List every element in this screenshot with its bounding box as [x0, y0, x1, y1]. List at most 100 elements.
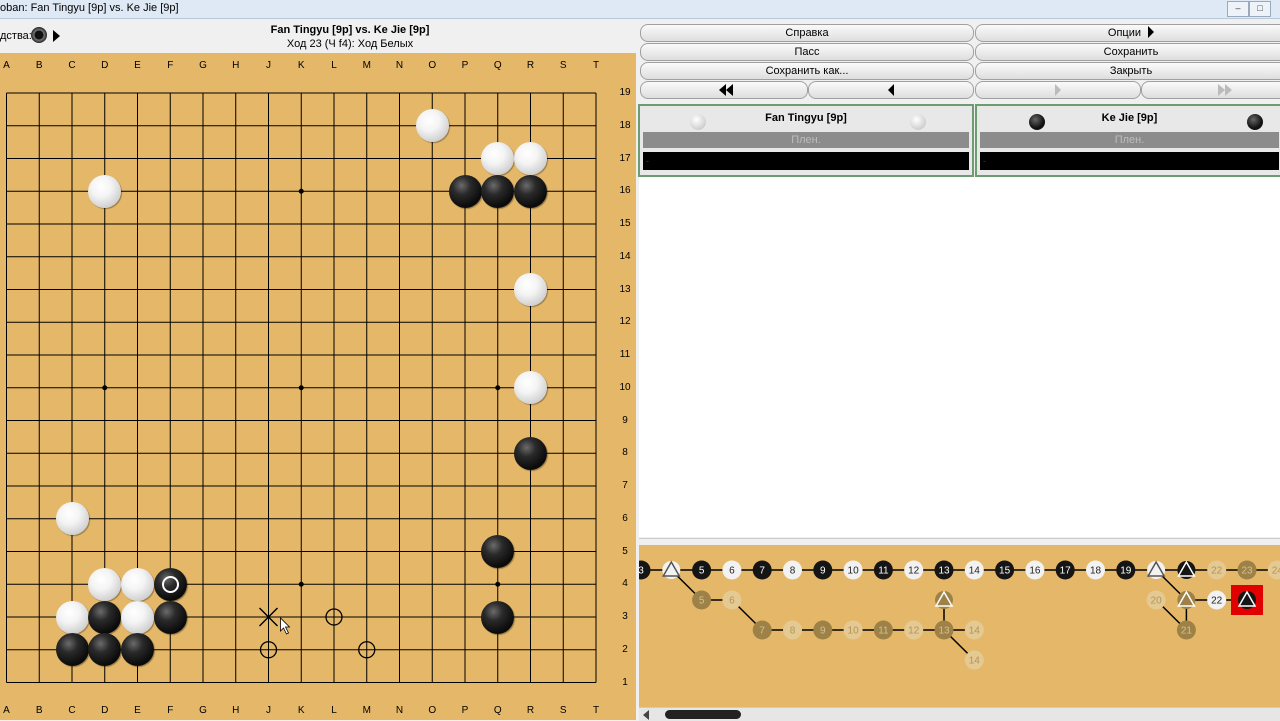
- white-stone: [514, 142, 547, 175]
- tree-node-label: 6: [729, 566, 735, 577]
- black-clock: -: [980, 152, 1279, 170]
- hoshi-point: [298, 385, 304, 391]
- save-button[interactable]: Сохранить: [975, 43, 1280, 61]
- black-stone: [153, 567, 187, 601]
- tree-node-label: 13: [938, 626, 950, 637]
- comment-area[interactable]: [639, 177, 1280, 537]
- prev-move-button[interactable]: [808, 81, 974, 99]
- options-arrow-icon: [1148, 26, 1155, 38]
- tree-node-label: 22: [1211, 596, 1223, 607]
- white-stone: [415, 109, 449, 143]
- black-stone: [481, 174, 515, 208]
- column-label: D: [101, 705, 109, 716]
- column-label: S: [559, 60, 567, 71]
- scroll-left-icon[interactable]: [643, 710, 649, 720]
- row-label: 11: [619, 349, 631, 360]
- black-stone: [481, 600, 515, 634]
- mouse-cursor-icon: [280, 617, 291, 635]
- close-button[interactable]: Закрыть: [975, 62, 1280, 80]
- tree-node-label: 8: [790, 626, 796, 637]
- white-stone: [514, 273, 547, 306]
- column-label: B: [35, 60, 43, 71]
- column-label: G: [199, 705, 207, 716]
- tree-node-label: 9: [820, 626, 826, 637]
- column-label: F: [167, 60, 174, 71]
- tree-node-label: 22: [1211, 566, 1223, 577]
- options-label: Опции: [1107, 27, 1142, 39]
- column-label: T: [592, 60, 600, 71]
- black-stone: [514, 174, 547, 208]
- help-button[interactable]: Справка: [640, 24, 974, 42]
- tree-node-label: 24: [1272, 566, 1280, 577]
- hoshi-point: [495, 581, 501, 587]
- options-button[interactable]: Опции: [975, 24, 1280, 42]
- forward-icon: [1055, 84, 1061, 96]
- tree-node-label: 13: [938, 566, 950, 577]
- tree-node-label: 21: [1181, 626, 1193, 637]
- row-label: 14: [619, 250, 631, 262]
- black-stone-icon: [1247, 114, 1263, 130]
- tree-node-label: 3: [639, 566, 644, 577]
- row-label: 5: [622, 545, 628, 557]
- row-label: 2: [622, 643, 628, 655]
- pass-button[interactable]: Пасс: [640, 43, 974, 61]
- tree-scrollbar[interactable]: [639, 707, 1280, 721]
- tree-node-label: 9: [820, 566, 826, 577]
- tree-node-label: 10: [848, 566, 860, 577]
- white-player-box: Fan Tingyu [9p] Плен. -: [638, 104, 974, 177]
- row-label: 17: [619, 152, 631, 164]
- tree-node-label: 7: [759, 626, 765, 637]
- scrollbar-thumb[interactable]: [665, 710, 741, 719]
- row-label: 3: [622, 611, 628, 622]
- column-label: Q: [493, 60, 502, 71]
- black-stone: [153, 600, 187, 634]
- column-label: H: [232, 60, 240, 71]
- column-label: D: [101, 60, 109, 71]
- column-label: N: [395, 60, 404, 71]
- column-label: S: [559, 705, 567, 716]
- tree-node-label: 16: [1029, 566, 1041, 577]
- white-clock: -: [643, 152, 969, 170]
- row-label: 12: [619, 316, 631, 328]
- column-label: P: [461, 705, 469, 716]
- game-tree-canvas[interactable]: 3 5 6 7 8 9 10 11 12 13 14 15 16 17 18 19 22 23 24 5 6 7 8 9 10 1…: [639, 546, 1280, 708]
- column-label: B: [35, 705, 43, 716]
- column-label: C: [68, 60, 76, 71]
- save-as-button[interactable]: Сохранить как...: [640, 62, 974, 80]
- column-label: R: [526, 60, 535, 71]
- black-stone: [514, 436, 547, 470]
- column-label: J: [266, 60, 271, 71]
- tree-node-label: 19: [1120, 566, 1132, 577]
- row-label: 16: [619, 185, 631, 197]
- column-label: M: [362, 705, 371, 716]
- first-move-button[interactable]: [640, 81, 808, 99]
- row-label: 4: [622, 578, 628, 590]
- last-move-marker: [161, 575, 179, 593]
- tree-node-label: 6: [729, 596, 735, 607]
- tree-node-label: 15: [999, 566, 1011, 577]
- tree-node-label: 11: [878, 626, 889, 637]
- tree-node-label: 23: [1241, 566, 1253, 577]
- column-label: G: [199, 60, 207, 71]
- tree-node-label: 14: [969, 626, 981, 637]
- column-label: A: [3, 705, 10, 716]
- column-label: O: [428, 705, 437, 716]
- maximize-button[interactable]: □: [1249, 1, 1271, 17]
- minimize-button[interactable]: –: [1227, 1, 1249, 17]
- next-move-button[interactable]: [975, 81, 1141, 99]
- black-stone: [88, 600, 122, 634]
- column-label: Q: [493, 705, 502, 716]
- splitter[interactable]: [639, 538, 1280, 545]
- black-player-box: Ke Jie [9p] Плен. -: [975, 104, 1280, 177]
- white-stone: [121, 567, 154, 601]
- hoshi-point: [102, 385, 108, 391]
- row-label: 9: [622, 414, 628, 426]
- white-stone: [88, 174, 122, 208]
- white-stone-icon: [910, 114, 926, 130]
- last-move-button[interactable]: [1141, 81, 1280, 99]
- column-label: L: [331, 705, 337, 716]
- tree-node-label: 8: [790, 566, 796, 577]
- row-label: 1: [622, 676, 628, 688]
- column-label: K: [297, 705, 305, 716]
- game-tree[interactable]: 3 5 6 7 8 9 10 11 12 13 14 15 16 17 18 19 22 23 24 5 6 7 8 9 10 1…: [639, 545, 1280, 708]
